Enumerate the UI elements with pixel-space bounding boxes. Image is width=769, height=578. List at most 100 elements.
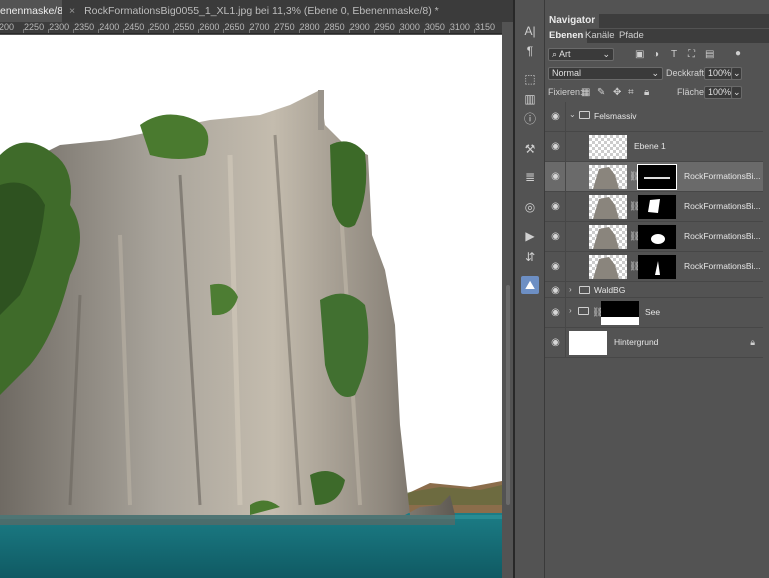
chevron-down-icon: ⌄ — [733, 87, 741, 97]
layer-row-rockformations-3[interactable]: ◉ ⛓ RockFormationsBi... — [545, 222, 763, 252]
document-canvas[interactable] — [0, 35, 502, 578]
ruler-tick — [323, 29, 325, 33]
lock-image-icon[interactable]: ✎ — [597, 86, 605, 99]
ruler-tick-label: 2350 — [74, 22, 95, 32]
layer-thumbnail — [589, 135, 627, 159]
adjustments-panel-icon[interactable]: ⇵ — [521, 248, 539, 266]
blend-mode-value: Normal — [552, 68, 582, 78]
fill-label: Fläche: — [677, 87, 707, 97]
navigator-panel-icon[interactable]: ⛰ — [521, 276, 539, 294]
ruler-tick — [173, 29, 175, 33]
adjustment-filter-icon[interactable]: ◑ — [653, 48, 659, 61]
close-tab-icon[interactable]: × — [69, 5, 75, 17]
panel-icon-column: A| ¶ ⬚ ▥ ⓘ ⚒ ≣ ◎ ▶ ⇵ ⛰ — [515, 0, 545, 578]
visibility-eye-icon[interactable]: ◉ — [550, 201, 561, 212]
layer-mask-thumbnail[interactable] — [637, 164, 677, 190]
ruler-tick-label: 2850 — [324, 22, 345, 32]
actions-panel-icon[interactable]: ▶ — [521, 227, 539, 245]
layer-row-rockformations-2[interactable]: ◉ ⛓ RockFormationsBi... — [545, 192, 763, 222]
opacity-value: 100% — [708, 68, 732, 78]
smartobject-filter-icon[interactable]: ▤ — [705, 48, 714, 61]
tab-kanaele[interactable]: Kanäle — [581, 29, 619, 43]
layer-mask-thumbnail[interactable] — [638, 225, 676, 249]
lock-transparent-icon[interactable]: ▦ — [581, 86, 590, 99]
cc-libraries-icon[interactable]: ◎ — [521, 198, 539, 216]
lock-all-icon[interactable]: 🔒︎ — [644, 86, 649, 99]
fill-dropdown[interactable]: ⌄ — [731, 86, 742, 99]
layer-thumbnail — [569, 331, 607, 355]
fill-value: 100% — [708, 87, 732, 97]
ruler-tick-label: 3050 — [424, 22, 445, 32]
ruler-tick — [148, 29, 150, 33]
visibility-eye-icon[interactable]: ◉ — [550, 171, 561, 182]
visibility-eye-icon[interactable]: ◉ — [550, 261, 561, 272]
search-icon: ⌕ — [552, 49, 560, 59]
ruler-tick — [23, 29, 25, 33]
histogram-panel-icon[interactable]: ▥ — [521, 90, 539, 108]
visibility-eye-icon[interactable]: ◉ — [550, 111, 561, 122]
visibility-eye-icon[interactable]: ◉ — [550, 285, 561, 296]
ruler-tick — [223, 29, 225, 33]
layer-row-rockformations-1[interactable]: ◉ ⛓ RockFormationsBi... — [545, 162, 763, 192]
ruler-tick — [98, 29, 100, 33]
properties-panel-icon[interactable]: ≣ — [521, 168, 539, 186]
canvas-vertical-scrollbar[interactable] — [502, 35, 513, 578]
layer-mask-thumbnail[interactable] — [601, 301, 639, 325]
tool-presets-icon[interactable]: ⚒ — [521, 140, 539, 158]
type-filter-icon[interactable]: T — [671, 48, 677, 61]
scrollbar-thumb[interactable] — [506, 285, 510, 505]
ruler-tick — [398, 29, 400, 33]
lock-label: Fixieren: — [548, 87, 583, 97]
ruler-tick — [373, 29, 375, 33]
chevron-right-icon[interactable]: › — [569, 285, 572, 294]
layer-name: See — [645, 307, 661, 317]
character-panel-icon[interactable]: A| — [521, 22, 539, 40]
ruler-tick-label: 2900 — [349, 22, 370, 32]
layer-mask-thumbnail[interactable] — [638, 195, 676, 219]
layer-mask-thumbnail[interactable] — [638, 255, 676, 279]
layer-row-ebene-1[interactable]: ◉ Ebene 1 — [545, 132, 763, 162]
ruler-tick-label: 2450 — [124, 22, 145, 32]
layer-row-rockformations-4[interactable]: ◉ ⛓ RockFormationsBi... — [545, 252, 763, 282]
ruler-tick — [348, 29, 350, 33]
lock-icon: 🔒︎ — [750, 337, 755, 347]
layer-name: RockFormationsBi... — [684, 171, 761, 181]
tab-pfade[interactable]: Pfade — [615, 29, 648, 43]
visibility-eye-icon[interactable]: ◉ — [550, 337, 561, 348]
visibility-eye-icon[interactable]: ◉ — [550, 231, 561, 242]
pixel-filter-icon[interactable]: ▣ — [635, 48, 644, 61]
ruler-tick — [73, 29, 75, 33]
layer-row-waldbg[interactable]: ◉ › WaldBG — [545, 282, 763, 298]
shape-filter-icon[interactable]: ⛶ — [688, 48, 695, 61]
ruler-tick-label: 2500 — [149, 22, 170, 32]
layer-name: Felsmassiv — [594, 111, 637, 121]
navigator-tab[interactable]: Navigator — [545, 14, 600, 28]
layer-thumbnail — [589, 255, 627, 279]
ruler-tick — [248, 29, 250, 33]
visibility-eye-icon[interactable]: ◉ — [550, 307, 561, 318]
info-panel-icon[interactable]: ⓘ — [521, 110, 539, 128]
visibility-eye-icon[interactable]: ◉ — [550, 141, 561, 152]
libraries-panel-icon[interactable]: ⬚ — [521, 70, 539, 88]
lock-artboard-icon[interactable]: ⌗ — [628, 86, 634, 99]
navigator-panel-header: Navigator — [545, 14, 769, 28]
chevron-down-icon: ⌄ — [733, 68, 741, 78]
document-tab-active[interactable]: enenmaske/8) * — [0, 0, 62, 22]
ruler-tick-label: 2950 — [374, 22, 395, 32]
ruler-tick-label: 2250 — [24, 22, 45, 32]
filter-toggle-icon[interactable]: ● — [735, 47, 741, 60]
ruler-tick-label: 2400 — [99, 22, 120, 32]
chevron-down-icon[interactable]: ⌄ — [569, 110, 576, 119]
chevron-right-icon[interactable]: › — [569, 306, 572, 315]
layer-filter-select[interactable]: ⌕ Art ⌄ — [548, 48, 614, 61]
layer-row-see[interactable]: ◉ › ⛓ See — [545, 298, 763, 328]
lock-position-icon[interactable]: ✥ — [613, 86, 621, 99]
horizontal-ruler[interactable]: 200 2250 2300 2350 2400 2450 2500 2550 2600 2650 2… — [0, 22, 502, 34]
document-tab-rockformations[interactable]: × RockFormationsBig0055_1_XL1.jpg bei 11… — [63, 0, 503, 22]
opacity-dropdown[interactable]: ⌄ — [731, 67, 742, 80]
blend-mode-select[interactable]: Normal ⌄ — [548, 67, 663, 80]
paragraph-panel-icon[interactable]: ¶ — [521, 42, 539, 60]
layer-row-felsmassiv[interactable]: ◉ ⌄ Felsmassiv — [545, 102, 763, 132]
layer-row-hintergrund[interactable]: ◉ Hintergrund 🔒︎ — [545, 328, 763, 358]
ruler-tick — [473, 29, 475, 33]
